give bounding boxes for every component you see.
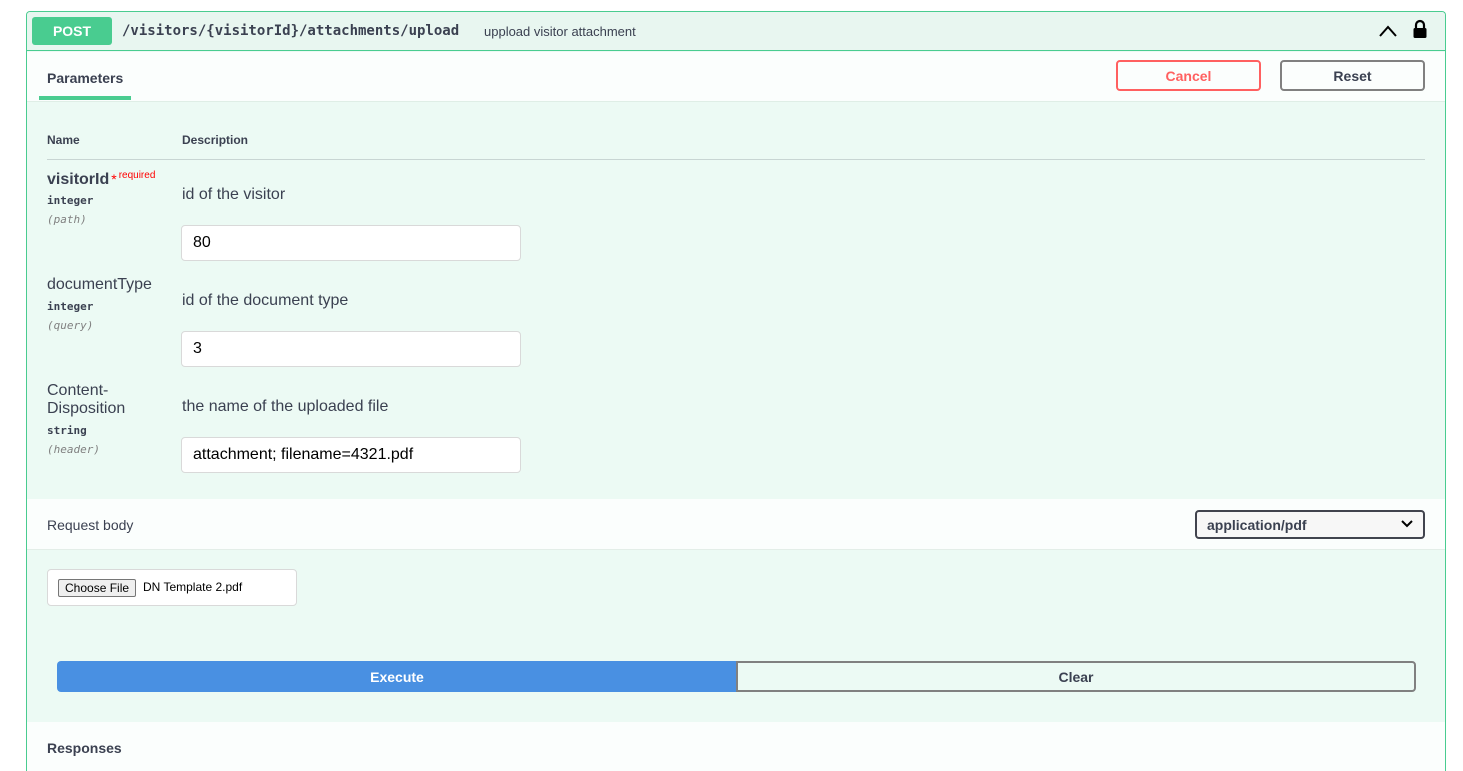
column-header-description: Description: [182, 133, 249, 147]
tab-parameters[interactable]: Parameters: [39, 52, 131, 100]
clear-button[interactable]: Clear: [736, 661, 1416, 692]
http-method-badge: POST: [32, 17, 112, 45]
param-type-documenttype: integer: [47, 300, 94, 313]
param-in-documenttype: (query): [47, 319, 94, 332]
param-name-text: visitorId: [47, 171, 110, 188]
lock-icon[interactable]: [1411, 19, 1429, 39]
param-type-visitorid: integer: [47, 194, 94, 207]
operation-block: POST /visitors/{visitorId}/attachments/u…: [26, 11, 1446, 771]
selected-file-name: DN Template 2.pdf: [143, 580, 243, 594]
execute-button[interactable]: Execute: [57, 661, 737, 692]
param-name-documenttype: documentType: [47, 276, 152, 293]
responses-header: Responses: [27, 722, 1445, 771]
request-body-header: Request body application/pdf: [27, 499, 1445, 550]
param-name-content-disposition: Content- Disposition: [47, 382, 125, 418]
required-label: required: [118, 170, 156, 181]
param-description-documenttype: id of the document type: [182, 292, 349, 309]
param-name-line2: Disposition: [47, 400, 126, 417]
column-header-name: Name: [47, 133, 80, 147]
visitorid-input[interactable]: 80: [181, 225, 521, 261]
parameters-header: Parameters Cancel Reset: [27, 52, 1445, 102]
content-type-value: application/pdf: [1207, 517, 1307, 533]
param-description-content-disposition: the name of the uploaded file: [182, 398, 389, 415]
endpoint-path: /visitors/{visitorId}/attachments/upload: [122, 23, 460, 39]
param-name-visitorid: visitorId * required: [47, 170, 155, 191]
param-in-visitorid: (path): [47, 213, 87, 226]
operation-summary[interactable]: POST /visitors/{visitorId}/attachments/u…: [27, 12, 1445, 51]
param-description-visitorid: id of the visitor: [182, 186, 286, 203]
content-type-select[interactable]: application/pdf: [1195, 510, 1425, 539]
reset-button[interactable]: Reset: [1280, 60, 1425, 91]
chevron-down-icon: [1401, 520, 1413, 528]
param-name-line1: Content-: [47, 382, 109, 399]
param-type-content-disposition: string: [47, 424, 87, 437]
chevron-up-icon[interactable]: [1378, 23, 1398, 39]
operation-description: uppload visitor attachment: [484, 24, 636, 39]
column-divider: [47, 159, 1425, 160]
request-body-label: Request body: [47, 517, 134, 533]
content-disposition-input[interactable]: attachment; filename=4321.pdf: [181, 437, 521, 473]
file-input[interactable]: Choose File DN Template 2.pdf: [47, 569, 297, 606]
responses-title: Responses: [47, 740, 122, 756]
required-star: *: [111, 171, 117, 187]
param-in-content-disposition: (header): [47, 443, 100, 456]
documenttype-input[interactable]: 3: [181, 331, 521, 367]
cancel-button[interactable]: Cancel: [1116, 60, 1261, 91]
choose-file-button[interactable]: Choose File: [58, 579, 137, 597]
